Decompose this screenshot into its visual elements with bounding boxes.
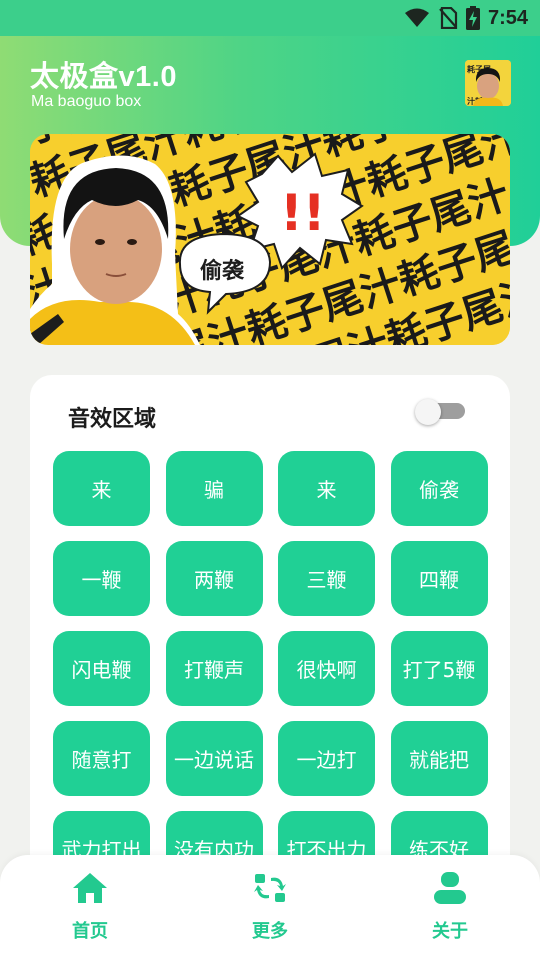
sound-area-title: 音效区域	[68, 407, 157, 432]
promo-banner[interactable]: 耗子尾汁耗子尾汁耗子尾汁耗子尾汁耗子尾汁耗子尾汁耗子尾汁耗子尾汁耗子尾汁耗子尾汁…	[30, 134, 510, 345]
sound-button[interactable]: 打鞭声	[165, 631, 263, 706]
app-title: 太极盒v1.0	[30, 61, 177, 93]
sound-button[interactable]: 来	[278, 451, 375, 526]
battery-charging-icon	[465, 6, 480, 30]
refresh-icon	[254, 874, 286, 902]
sound-button[interactable]: 一鞭	[53, 541, 150, 616]
avatar[interactable]: 耗子尾 汁耗子	[465, 60, 511, 106]
bottom-nav: 首页 更多 关于	[0, 855, 540, 960]
sound-button[interactable]: 四鞭	[390, 541, 488, 616]
sound-button[interactable]: 两鞭	[165, 541, 263, 616]
no-sim-icon	[439, 7, 458, 29]
sound-button[interactable]: 随意打	[53, 721, 150, 796]
home-icon	[73, 873, 107, 903]
sound-button[interactable]: 来	[53, 451, 150, 526]
nav-about[interactable]: 关于	[410, 871, 490, 943]
sound-button[interactable]: 很快啊	[278, 631, 375, 706]
status-bar: 7:54	[0, 0, 540, 36]
person-icon	[434, 872, 466, 904]
sound-button[interactable]: 打了5鞭	[390, 631, 488, 706]
nav-about-label: 关于	[432, 921, 468, 942]
app-subtitle: Ma baoguo box	[31, 93, 142, 110]
nav-home-label: 首页	[72, 921, 108, 942]
toggle-thumb	[415, 399, 441, 425]
sound-button[interactable]: 一边说话	[165, 721, 263, 796]
sound-button[interactable]: 闪电鞭	[53, 631, 150, 706]
sound-button[interactable]: 一边打	[278, 721, 375, 796]
sound-button[interactable]: 偷袭	[390, 451, 488, 526]
nav-more[interactable]: 更多	[230, 871, 310, 943]
sound-toggle[interactable]	[415, 399, 465, 425]
nav-more-label: 更多	[252, 921, 288, 942]
sound-button[interactable]: 骗	[165, 451, 263, 526]
sound-button[interactable]: 就能把	[390, 721, 488, 796]
nav-home[interactable]: 首页	[50, 871, 130, 943]
banner-exclaim: !!	[280, 184, 326, 242]
wifi-icon	[404, 8, 429, 27]
status-time: 7:54	[487, 6, 528, 29]
banner-bubble-text: 偷袭	[200, 258, 245, 284]
sound-button[interactable]: 三鞭	[278, 541, 375, 616]
